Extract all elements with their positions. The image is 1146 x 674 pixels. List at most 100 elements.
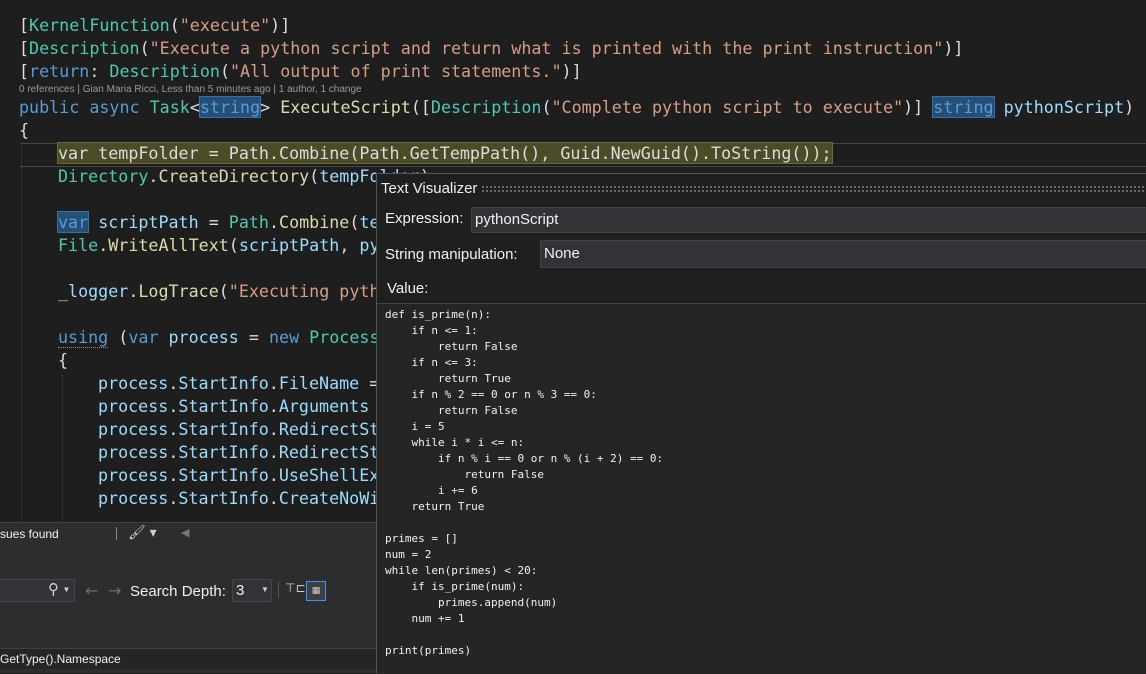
- code-token: .: [168, 419, 179, 439]
- brush-icon[interactable]: 🖌 ▾: [128, 524, 157, 541]
- code-token: KernelFunction: [29, 15, 170, 35]
- code-token: ([: [410, 97, 431, 117]
- code-token: StartInfo: [178, 419, 269, 439]
- editor-status-bar: sues found 🖌 ▾ ◀: [0, 522, 376, 545]
- search-input[interactable]: ⚲ ▼: [0, 579, 75, 602]
- code-line[interactable]: {: [58, 349, 68, 372]
- code-token: .: [268, 419, 279, 439]
- code-token: "Complete python script to execute": [551, 97, 904, 117]
- expression-label: Expression:: [385, 210, 464, 227]
- code-token: StartInfo: [178, 465, 269, 485]
- drag-grip[interactable]: [481, 185, 1146, 192]
- code-token: public: [19, 97, 80, 117]
- code-token: .: [168, 442, 179, 462]
- search-depth-value: 3: [236, 582, 245, 599]
- code-token: .: [268, 442, 279, 462]
- code-line[interactable]: var tempFolder = Path.Combine(Path.GetTe…: [57, 142, 833, 165]
- code-token: .: [168, 396, 179, 416]
- scroll-left-icon[interactable]: ◀: [181, 526, 189, 539]
- code-token: .: [268, 396, 279, 416]
- code-token: .: [168, 465, 179, 485]
- code-token: Description: [29, 38, 140, 58]
- back-arrow-icon[interactable]: ←: [85, 581, 98, 600]
- code-token: (: [349, 212, 360, 232]
- search-icon[interactable]: ⚲: [48, 580, 59, 598]
- code-line[interactable]: [Description("Execute a python script an…: [19, 37, 963, 60]
- code-token: )]: [561, 61, 582, 81]
- code-token: CreateDirectory: [158, 166, 310, 186]
- code-token: .: [168, 373, 179, 393]
- code-token: async: [89, 97, 140, 117]
- code-token: WriteAllText: [108, 235, 229, 255]
- code-token: return: [29, 61, 90, 81]
- code-token: (: [108, 327, 129, 347]
- code-token: )]: [270, 15, 291, 35]
- code-token: Path: [228, 212, 269, 232]
- code-line[interactable]: using (var process = new Process()): [58, 326, 410, 349]
- code-line[interactable]: {: [19, 119, 29, 142]
- code-token: (: [218, 281, 229, 301]
- toolbar-separator: [278, 582, 279, 598]
- code-token: .: [148, 166, 159, 186]
- code-token: .: [98, 235, 109, 255]
- code-token: process: [98, 373, 169, 393]
- code-token: >: [260, 97, 271, 117]
- code-token: (: [309, 166, 320, 186]
- code-token: .: [268, 488, 279, 508]
- code-token: LogTrace: [138, 281, 219, 301]
- code-token: ExecuteScript: [280, 97, 411, 117]
- code-token: <: [189, 97, 200, 117]
- code-token: =: [198, 212, 229, 232]
- code-token: =: [238, 327, 269, 347]
- visualizer-titlebar[interactable]: Text Visualizer: [377, 174, 1146, 202]
- code-token: "Execute a python script and return what…: [149, 38, 944, 58]
- codelens-info[interactable]: 0 references | Gian Maria Ricci, Less th…: [19, 83, 362, 97]
- status-separator: [116, 527, 117, 540]
- code-line[interactable]: [return: Description("All output of prin…: [19, 60, 582, 83]
- code-token: string: [198, 96, 262, 118]
- code-token: )]: [903, 97, 934, 117]
- code-token: FileName: [278, 373, 360, 393]
- code-token: new: [268, 327, 300, 347]
- code-token: )]: [943, 38, 964, 58]
- chevron-down-icon: ▼: [261, 585, 269, 594]
- search-depth-label: Search Depth:: [130, 583, 226, 600]
- grid-view-icon[interactable]: ▦: [306, 581, 326, 601]
- code-line[interactable]: public async Task<string> ExecuteScript(…: [19, 96, 1134, 119]
- value-textarea[interactable]: def is_prime(n): if n <= 1: return False…: [377, 303, 1146, 674]
- code-token: {: [58, 350, 69, 370]
- code-token: :: [89, 61, 110, 81]
- code-token: var: [128, 327, 159, 347]
- code-token: process: [168, 327, 239, 347]
- code-token: StartInfo: [178, 396, 269, 416]
- code-token: var tempFolder = Path.Combine(Path.GetTe…: [57, 142, 833, 164]
- code-token: "execute": [179, 15, 271, 35]
- code-token: [: [19, 61, 30, 81]
- visualizer-title: Text Visualizer: [381, 180, 478, 197]
- code-token: process: [98, 419, 169, 439]
- expression-field[interactable]: pythonScript: [471, 207, 1146, 233]
- bottom-panel: ⚲ ▼ ← → Search Depth: 3 ▼ ⊤⊏ ▦ GetType()…: [0, 545, 376, 673]
- issues-status[interactable]: sues found: [0, 527, 59, 541]
- chevron-down-icon[interactable]: ▼: [64, 585, 69, 594]
- code-token: ,: [339, 235, 360, 255]
- code-token: .: [128, 281, 139, 301]
- watch-row[interactable]: GetType().Namespace: [0, 648, 376, 669]
- code-line[interactable]: [KernelFunction("execute")]: [19, 14, 290, 37]
- search-depth-select[interactable]: 3 ▼: [232, 579, 272, 602]
- code-token: .: [268, 465, 279, 485]
- indent-guide: [21, 146, 23, 522]
- code-token: .: [268, 373, 279, 393]
- code-token: StartInfo: [178, 488, 269, 508]
- forward-arrow-icon[interactable]: →: [108, 581, 121, 600]
- string-manipulation-select[interactable]: None: [540, 240, 1146, 268]
- pin-icon[interactable]: ⊤⊏: [285, 581, 306, 597]
- code-token: "All output of print statements.": [229, 61, 562, 81]
- code-token: using: [58, 327, 109, 348]
- code-token: process: [98, 396, 169, 416]
- code-token: pythonScript: [1003, 97, 1125, 117]
